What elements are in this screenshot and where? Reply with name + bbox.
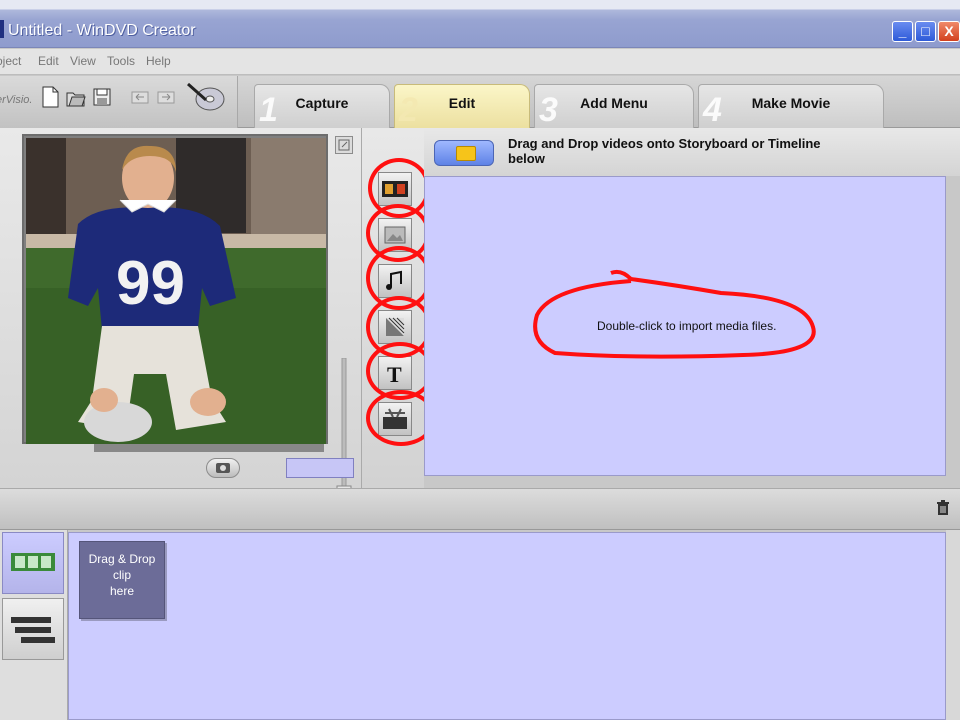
media-library[interactable]: Double-click to import media files. xyxy=(424,176,946,476)
toolbar: erVisio. xyxy=(0,76,238,128)
storyboard-track[interactable]: Drag & Drop clip here xyxy=(68,532,946,720)
trash-icon[interactable] xyxy=(936,500,950,516)
tab-capture[interactable]: 1 Capture xyxy=(254,84,390,129)
library-hint: Drag and Drop videos onto Storyboard or … xyxy=(508,136,821,166)
maximize-button[interactable]: □ xyxy=(915,21,936,42)
tab-label: Make Movie xyxy=(751,95,831,111)
preview-panel: 99 xyxy=(0,128,362,518)
tab-label: Add Menu xyxy=(580,95,648,111)
storyboard-icon xyxy=(11,553,55,571)
snapshot-button[interactable] xyxy=(206,458,240,478)
close-button[interactable]: X xyxy=(938,21,960,42)
menu-tools[interactable]: Tools xyxy=(107,54,135,68)
timeline-view-button[interactable] xyxy=(2,598,64,660)
redo-icon[interactable] xyxy=(156,86,176,108)
svg-text:T: T xyxy=(387,362,402,387)
timecode-field xyxy=(286,458,354,478)
title-text-icon: T xyxy=(387,362,402,387)
storyboard-view-button[interactable] xyxy=(2,532,64,594)
close-icon: X xyxy=(944,23,954,39)
library-header: Drag and Drop videos onto Storyboard or … xyxy=(424,128,960,176)
toolbar-strip: erVisio. 1 Capture 2 xyxy=(0,76,960,129)
maximize-icon: □ xyxy=(921,23,930,39)
transitions-button[interactable] xyxy=(378,310,412,344)
svg-text:99: 99 xyxy=(116,249,185,318)
disc-wand-icon[interactable] xyxy=(186,82,226,112)
audio-button[interactable] xyxy=(378,264,412,298)
undo-icon[interactable] xyxy=(130,86,150,108)
menu-project[interactable]: oject xyxy=(0,54,21,68)
preview-frame: 99 xyxy=(22,134,328,444)
tab-label: Edit xyxy=(448,95,476,111)
window-right-edge xyxy=(946,530,960,720)
window-title: Untitled - WinDVD Creator xyxy=(8,22,196,39)
detach-icon xyxy=(338,139,350,151)
effects-button[interactable] xyxy=(378,402,412,436)
video-clips-button[interactable] xyxy=(378,172,412,206)
preview-image: 99 xyxy=(26,138,326,444)
menu-help[interactable]: Help xyxy=(146,54,171,68)
tab-label: Capture xyxy=(295,95,349,111)
save-icon[interactable] xyxy=(92,86,112,108)
open-folder-icon[interactable] xyxy=(66,86,86,108)
images-button[interactable] xyxy=(378,218,412,252)
folder-icon xyxy=(456,146,476,161)
media-category-bar: T xyxy=(362,128,436,488)
brand-logo: erVisio. xyxy=(0,94,33,106)
music-note-icon xyxy=(386,270,402,290)
clip-drop-slot[interactable]: Drag & Drop clip here xyxy=(79,541,165,619)
tab-make-movie[interactable]: 4 Make Movie xyxy=(698,84,884,129)
preview-progress-track xyxy=(94,444,324,452)
app-icon xyxy=(0,20,4,38)
menu-edit[interactable]: Edit xyxy=(38,54,59,68)
film-strip-icon xyxy=(382,181,408,197)
annotation-ellipse xyxy=(533,269,816,359)
view-switcher xyxy=(0,530,68,720)
transition-icon xyxy=(386,317,405,336)
timeline-icon xyxy=(11,617,55,643)
tab-add-menu[interactable]: 3 Add Menu xyxy=(534,84,694,129)
windvd-creator-window: Untitled - WinDVD Creator _ □ X oject Ed… xyxy=(0,0,960,720)
picture-icon xyxy=(384,226,406,244)
title-bar: Untitled - WinDVD Creator _ □ X xyxy=(0,0,960,48)
minimize-icon: _ xyxy=(898,23,907,39)
effects-icon xyxy=(383,408,407,429)
titles-button[interactable]: T xyxy=(378,356,412,390)
tab-edit[interactable]: 2 Edit xyxy=(394,84,530,129)
storyboard-toolbar xyxy=(0,488,960,530)
import-folder-button[interactable] xyxy=(434,140,494,166)
new-file-icon[interactable] xyxy=(40,86,60,108)
detach-preview-button[interactable] xyxy=(335,136,353,154)
menu-bar: oject Edit View Tools Help xyxy=(0,49,960,75)
minimize-button[interactable]: _ xyxy=(892,21,913,42)
camera-icon xyxy=(216,463,230,473)
clip-drop-label: Drag & Drop clip here xyxy=(88,552,156,598)
menu-view[interactable]: View xyxy=(70,54,96,68)
